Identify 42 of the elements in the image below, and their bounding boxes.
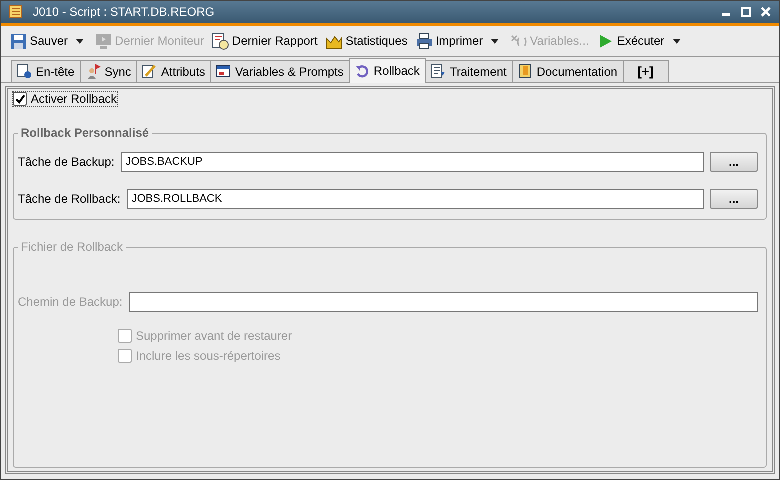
tab[interactable]: Traitement (424, 60, 513, 82)
browse-button[interactable]: ... (710, 189, 758, 209)
tab[interactable]: Variables & Prompts (210, 60, 350, 82)
text-field[interactable]: JOBS.ROLLBACK (126, 189, 704, 209)
printer-icon (416, 32, 433, 50)
undo-arrow-icon (354, 64, 370, 78)
toolbar-button[interactable]: Sauver (7, 30, 72, 52)
field-label: Chemin de Backup: (18, 295, 123, 309)
document-pen-icon (142, 64, 158, 79)
tab[interactable]: Documentation (512, 60, 624, 82)
checkmark-icon (14, 94, 26, 104)
dropdown-caret-icon[interactable] (491, 38, 500, 44)
activate-checkbox[interactable]: Activer Rollback (13, 92, 118, 106)
report-clock-icon (212, 32, 230, 50)
toolbar-button[interactable]: Imprimer (412, 30, 486, 52)
tab[interactable]: Attributs (136, 60, 212, 82)
field-label: Tâche de Backup: (18, 155, 115, 169)
group-title: Rollback Personnalisé (20, 126, 150, 140)
tab[interactable]: Rollback (348, 58, 426, 83)
document-info-icon (17, 64, 32, 79)
close-icon[interactable] (761, 7, 771, 17)
group-title: Fichier de Rollback (20, 240, 124, 254)
field-label: Tâche de Rollback: (18, 192, 121, 206)
dropdown-caret-icon[interactable] (672, 38, 681, 44)
dropdown-caret-icon[interactable] (76, 38, 84, 44)
book-icon (518, 64, 533, 79)
tab[interactable]: En-tête (11, 60, 81, 82)
document-icon (9, 5, 23, 19)
figure-flag-icon (86, 64, 101, 79)
tab[interactable]: [+] (622, 60, 669, 82)
list-arrow-icon (430, 64, 446, 79)
browse-button[interactable]: ... (710, 152, 758, 172)
window-icon (216, 64, 232, 79)
tab[interactable]: Sync (80, 60, 138, 82)
toolbar-button[interactable]: Dernier Rapport (209, 30, 321, 52)
maximize-icon[interactable] (741, 7, 751, 17)
play-icon (597, 32, 614, 50)
monitor-icon (95, 32, 112, 50)
toolbar-button[interactable]: Statistiques (322, 30, 411, 52)
text-field[interactable]: JOBS.BACKUP (120, 152, 704, 172)
window-title: J010 - Script : START.DB.REORG (33, 5, 216, 19)
toolbar-button[interactable]: Exécuter (594, 30, 668, 52)
